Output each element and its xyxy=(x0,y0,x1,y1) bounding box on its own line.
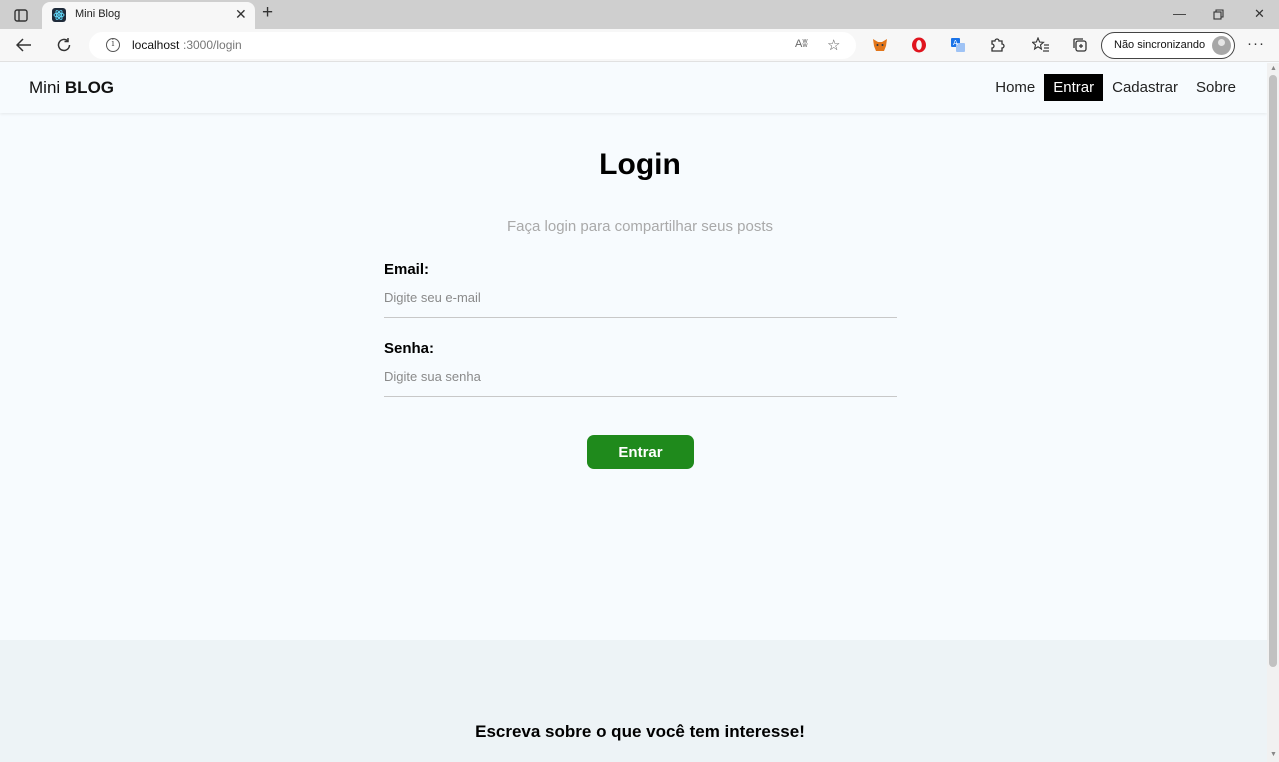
login-form: Email: Senha: xyxy=(384,261,897,397)
site-brand[interactable]: Mini BLOG xyxy=(29,78,114,98)
profile-sync-button[interactable]: Não sincronizando xyxy=(1101,32,1235,59)
minimize-icon[interactable]: — xyxy=(1173,4,1186,24)
info-icon[interactable]: i xyxy=(106,38,120,52)
password-group: Senha: xyxy=(384,340,897,397)
react-favicon-icon xyxy=(52,8,66,22)
tab-actions-icon[interactable] xyxy=(8,5,34,25)
nav-link-entrar[interactable]: Entrar xyxy=(1044,74,1104,101)
browser-toolbar: i localhost :3000/login Aʬ ☆ A Não sincr… xyxy=(0,29,1279,62)
footer-text: Escreva sobre o que você tem interesse! xyxy=(475,722,805,741)
metamask-icon[interactable] xyxy=(871,36,889,54)
page-scrollbar[interactable]: ▲ ▼ xyxy=(1267,63,1279,762)
nav-links: Home Entrar Cadastrar Sobre xyxy=(986,74,1245,101)
password-field[interactable] xyxy=(384,357,897,397)
submit-button[interactable]: Entrar xyxy=(587,435,694,469)
close-icon[interactable]: ✕ xyxy=(235,6,247,22)
nav-link-home[interactable]: Home xyxy=(986,74,1044,101)
profile-avatar-icon xyxy=(1212,36,1231,55)
email-field[interactable] xyxy=(384,278,897,318)
email-group: Email: xyxy=(384,261,897,318)
nav-link-cadastrar[interactable]: Cadastrar xyxy=(1103,74,1187,101)
plus-icon[interactable]: + xyxy=(262,3,273,23)
more-icon[interactable]: ··· xyxy=(1247,35,1265,52)
svg-text:A: A xyxy=(953,39,958,47)
scroll-up-icon[interactable]: ▲ xyxy=(1270,65,1277,72)
tab-title: Mini Blog xyxy=(75,8,121,20)
opera-icon[interactable] xyxy=(910,36,928,54)
favorites-icon[interactable] xyxy=(1032,36,1050,54)
page-title: Login xyxy=(599,148,681,181)
address-bar[interactable]: i localhost :3000/login Aʬ ☆ xyxy=(89,32,856,59)
nav-link-sobre[interactable]: Sobre xyxy=(1187,74,1245,101)
site-navbar: Mini BLOG Home Entrar Cadastrar Sobre xyxy=(0,63,1267,113)
reload-icon[interactable] xyxy=(52,34,76,56)
extensions-icon[interactable] xyxy=(988,36,1006,54)
scroll-down-icon[interactable]: ▼ xyxy=(1270,751,1277,758)
page-viewport: Mini BLOG Home Entrar Cadastrar Sobre Lo… xyxy=(0,63,1267,762)
url-path: :3000/login xyxy=(183,38,242,52)
translate-icon[interactable]: A xyxy=(949,36,967,54)
url-host: localhost xyxy=(132,38,180,52)
restore-icon[interactable] xyxy=(1213,4,1224,26)
site-footer: Escreva sobre o que você tem interesse! xyxy=(0,640,1267,762)
close-window-icon[interactable]: ✕ xyxy=(1254,4,1265,24)
collections-icon[interactable] xyxy=(1071,36,1089,54)
brand-bold: BLOG xyxy=(64,78,115,97)
scroll-thumb[interactable] xyxy=(1269,75,1277,667)
browser-tab-bar: Mini Blog ✕ + — ✕ xyxy=(0,0,1279,29)
add-favorite-icon[interactable]: ☆ xyxy=(827,36,840,54)
page-subtitle: Faça login para compartilhar seus posts xyxy=(507,218,773,235)
sync-label: Não sincronizando xyxy=(1114,39,1206,51)
brand-prefix: Mini xyxy=(29,78,61,97)
back-arrow-icon[interactable] xyxy=(12,34,36,56)
browser-tab[interactable]: Mini Blog ✕ xyxy=(42,2,255,29)
password-label: Senha: xyxy=(384,340,435,357)
email-label: Email: xyxy=(384,261,430,278)
read-aloud-icon[interactable]: Aʬ xyxy=(795,38,808,50)
